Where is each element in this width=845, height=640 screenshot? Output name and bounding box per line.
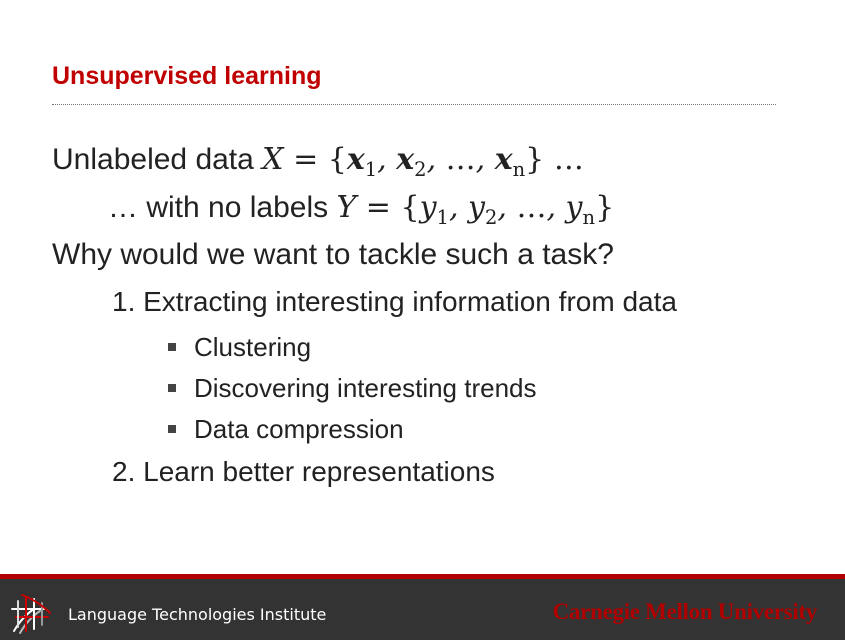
institute-name: Language Technologies Institute bbox=[68, 605, 327, 624]
question-line: Why would we want to tackle such a task? bbox=[52, 238, 614, 271]
unlabeled-data-line: Unlabeled data X = {x1, x2, …, xn} … bbox=[52, 142, 584, 181]
unlabeled-data-formula: X = {x1, x2, …, xn} … bbox=[262, 142, 584, 181]
bullet-square-icon bbox=[168, 384, 176, 392]
point-2: 2. Learn better representations bbox=[112, 456, 495, 487]
point-1: 1. Extracting interesting information fr… bbox=[112, 286, 677, 317]
lti-logo-icon bbox=[11, 594, 51, 634]
bullet-square-icon bbox=[168, 343, 176, 351]
university-name: Carnegie Mellon University bbox=[552, 599, 818, 624]
slide-title: Unsupervised learning bbox=[52, 62, 322, 90]
no-labels-text: … with no labels bbox=[108, 191, 337, 224]
bullet-square-icon bbox=[168, 425, 176, 433]
footer-bar: Language Technologies Institute Carnegie… bbox=[0, 574, 845, 640]
bullet-item-clustering: Clustering bbox=[194, 332, 312, 362]
no-labels-line: … with no labels Y = {y1, y2, …, yn} bbox=[108, 190, 614, 229]
title-divider bbox=[52, 104, 776, 105]
unlabeled-data-text: Unlabeled data bbox=[52, 143, 263, 176]
bullet-item-compression: Data compression bbox=[194, 414, 404, 444]
bullet-item-trends: Discovering interesting trends bbox=[194, 373, 537, 403]
no-labels-formula: Y = {y1, y2, …, yn} bbox=[336, 190, 615, 229]
